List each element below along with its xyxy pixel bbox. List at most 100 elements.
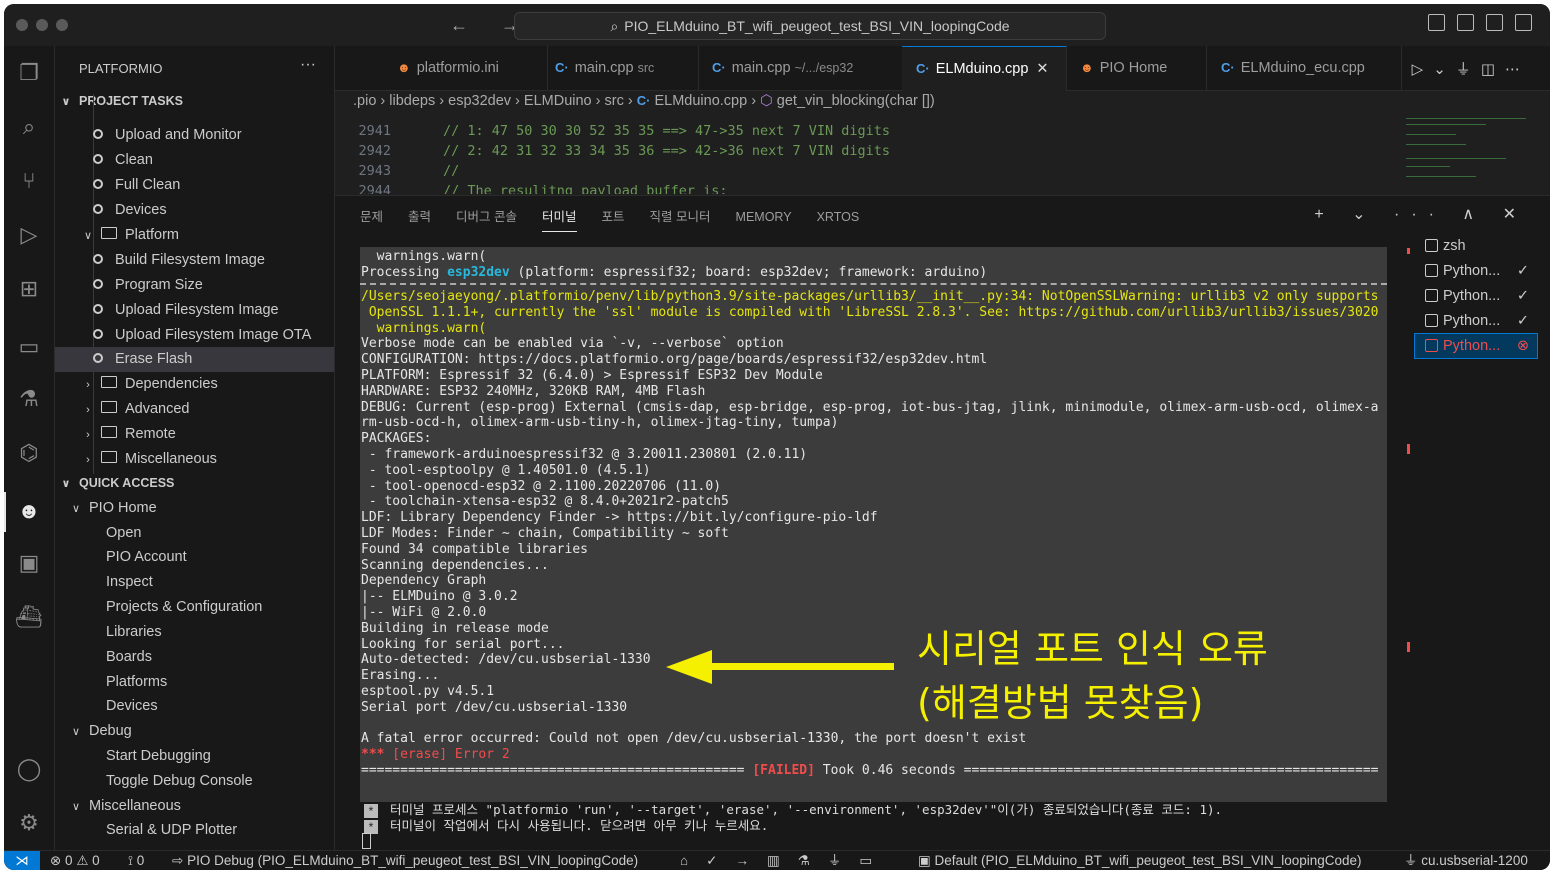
terminal-item-zsh[interactable]: zsh — [1415, 234, 1537, 258]
quick-pio-home[interactable]: ∨ PIO Home — [55, 496, 334, 521]
explorer-icon[interactable]: ❐ — [14, 58, 44, 88]
customize-layout-icon[interactable] — [1515, 14, 1532, 31]
upload-arrow-icon[interactable]: → — [735, 853, 767, 868]
minimize-window-button[interactable] — [36, 19, 48, 31]
testing-icon[interactable]: ⚗ — [14, 384, 44, 414]
platformio-device-icon[interactable]: ▣ — [14, 548, 44, 578]
quick-open[interactable]: Open — [55, 521, 334, 546]
tab-ports[interactable]: 포트 — [602, 206, 625, 231]
split-editor-icon[interactable]: ◫ — [1481, 61, 1505, 78]
quick-projects-configuration[interactable]: Projects & Configuration — [55, 595, 334, 620]
quick-inspect[interactable]: Inspect — [55, 570, 334, 595]
tab-xrtos[interactable]: XRTOS — [817, 210, 860, 230]
more-actions-icon[interactable]: ⋯ — [1505, 61, 1530, 78]
plug-icon[interactable]: ⏚ — [1456, 61, 1481, 78]
task-erase-flash[interactable]: Erase Flash — [55, 347, 334, 372]
tab-elmduino-ecu-cpp[interactable]: C· ELMduino_ecu.cpp — [1207, 46, 1402, 90]
settings-gear-icon[interactable]: ⚙ — [14, 808, 44, 838]
platformio-icon[interactable]: ☻ — [14, 496, 44, 526]
tab-elmduino-cpp[interactable]: C· ELMduino.cpp ✕ — [902, 46, 1067, 91]
sidebar-more-button[interactable]: ··· — [300, 56, 316, 74]
group-dependencies[interactable]: › Dependencies — [55, 372, 334, 397]
task-devices[interactable]: Devices — [55, 198, 334, 223]
terminal-icon[interactable]: ▭ — [859, 853, 890, 868]
panel-actions[interactable]: + ⌄ ··· ∧ ✕ — [1314, 204, 1528, 224]
run-debug-icon[interactable]: ▷ — [14, 220, 44, 250]
tab-platformio-ini[interactable]: ☻ platformio.ini — [383, 46, 548, 90]
run-icon[interactable]: ▷ — [1412, 61, 1434, 78]
quick-devices[interactable]: Devices — [55, 694, 334, 719]
extensions-icon[interactable]: ⊞ — [14, 274, 44, 304]
quick-platforms[interactable]: Platforms — [55, 670, 334, 695]
close-window-button[interactable] — [16, 19, 28, 31]
toggle-panel-icon[interactable] — [1457, 14, 1474, 31]
build-check-icon[interactable]: ✓ — [706, 853, 735, 868]
tab-main-cpp-src[interactable]: C· main.cpp src — [541, 46, 699, 90]
maximize-window-button[interactable] — [56, 19, 68, 31]
plug-icon[interactable]: ⏚ — [828, 853, 860, 868]
code-editor[interactable]: 2941 // 1: 47 50 30 30 52 35 35 ==> 47->3… — [335, 114, 1400, 194]
group-advanced[interactable]: › Advanced — [55, 397, 334, 422]
terminal-item-python[interactable]: Python... ✓ — [1415, 259, 1537, 283]
quick-miscellaneous[interactable]: ∨ Miscellaneous — [55, 794, 334, 819]
home-icon[interactable]: ⌂ — [680, 853, 706, 868]
port-selector[interactable]: ⏚ cu.usbserial-1200 — [1404, 851, 1528, 870]
problems-indicator[interactable]: ⊗ 0 ⚠ 0 — [50, 851, 100, 870]
pio-debug-status[interactable]: ⇨ PIO Debug (PIO_ELMduino_BT_wifi_peugeo… — [172, 851, 638, 870]
ports-indicator[interactable]: ⟟ 0 — [128, 851, 144, 870]
tab-pio-home[interactable]: ☻ PIO Home — [1066, 46, 1207, 90]
close-tab-icon[interactable]: ✕ — [1036, 61, 1048, 77]
tab-main-cpp-esp32[interactable]: C· main.cpp ~/.../esp32 — [698, 46, 903, 90]
crumb[interactable]: ELMduino.cpp — [654, 93, 747, 109]
minimap[interactable] — [1402, 114, 1550, 194]
crumb[interactable]: libdeps — [389, 93, 435, 109]
quick-libraries[interactable]: Libraries — [55, 620, 334, 645]
tab-problems[interactable]: 문제 — [360, 206, 383, 231]
group-miscellaneous[interactable]: › Miscellaneous — [55, 447, 334, 472]
quick-toggle-debug-console[interactable]: Toggle Debug Console — [55, 769, 334, 794]
task-build-filesystem-image[interactable]: Build Filesystem Image — [55, 248, 334, 273]
account-icon[interactable]: ◯ — [14, 754, 44, 784]
test-flask-icon[interactable]: ⚗ — [798, 853, 828, 868]
chevron-down-icon[interactable]: ⌄ — [1433, 61, 1456, 78]
toggle-secondary-sidebar-icon[interactable] — [1486, 14, 1503, 31]
search-icon[interactable]: ⌕ — [14, 112, 44, 142]
quick-start-debugging[interactable]: Start Debugging — [55, 744, 334, 769]
remote-explorer-icon[interactable]: ▭ — [14, 332, 44, 362]
terminal-item-python[interactable]: Python... ✓ — [1415, 309, 1537, 333]
terminal-output[interactable]: warnings.warn( Processing esp32dev (plat… — [360, 247, 1387, 802]
docker-icon[interactable]: ⛴ — [14, 602, 44, 632]
command-center[interactable]: ⌕ PIO_ELMduino_BT_wifi_peugeot_test_BSI_… — [514, 12, 1106, 40]
task-upload-filesystem-image-ota[interactable]: Upload Filesystem Image OTA — [55, 323, 334, 348]
terminal-item-python-active[interactable]: Python... ⊗ — [1414, 333, 1538, 359]
crumb[interactable]: src — [605, 93, 624, 109]
task-upload-filesystem-image[interactable]: Upload Filesystem Image — [55, 298, 334, 323]
tab-output[interactable]: 출력 — [408, 206, 431, 231]
quick-pio-account[interactable]: PIO Account — [55, 545, 334, 570]
task-full-clean[interactable]: Full Clean — [55, 173, 334, 198]
quick-access-section[interactable]: ∨ QUICK ACCESS — [55, 471, 334, 496]
source-control-icon[interactable]: ⑂ — [14, 166, 44, 196]
editor-actions[interactable]: ▷⌄⏚◫⋯ — [1412, 58, 1530, 79]
toggle-sidebar-icon[interactable] — [1428, 14, 1445, 31]
environment-selector[interactable]: ▣ Default (PIO_ELMduino_BT_wifi_peugeot_… — [918, 851, 1362, 870]
group-platform[interactable]: ∨ Platform — [55, 223, 334, 248]
crumb[interactable]: ELMDuino — [524, 93, 592, 109]
task-program-size[interactable]: Program Size — [55, 273, 334, 298]
tab-serial-monitor[interactable]: 직렬 모니터 — [650, 206, 711, 231]
tab-debug-console[interactable]: 디버그 콘솔 — [456, 206, 517, 231]
tab-memory[interactable]: MEMORY — [736, 210, 792, 230]
tab-terminal[interactable]: 터미널 — [542, 206, 577, 232]
python-icon[interactable]: ⌬ — [14, 438, 44, 468]
quick-serial-udp-plotter[interactable]: Serial & UDP Plotter — [55, 818, 334, 843]
crumb[interactable]: .pio — [353, 93, 376, 109]
project-tasks-section[interactable]: ∨ PROJECT TASKS — [55, 89, 334, 114]
remote-indicator[interactable]: ⋊ — [4, 851, 40, 870]
terminal-item-python[interactable]: Python... ✓ — [1415, 284, 1537, 308]
group-remote[interactable]: › Remote — [55, 422, 334, 447]
crumb[interactable]: get_vin_blocking(char []) — [777, 93, 935, 109]
task-clean[interactable]: Clean — [55, 148, 334, 173]
quick-boards[interactable]: Boards — [55, 645, 334, 670]
crumb[interactable]: esp32dev — [448, 93, 511, 109]
task-upload-and-monitor[interactable]: Upload and Monitor — [55, 123, 334, 148]
